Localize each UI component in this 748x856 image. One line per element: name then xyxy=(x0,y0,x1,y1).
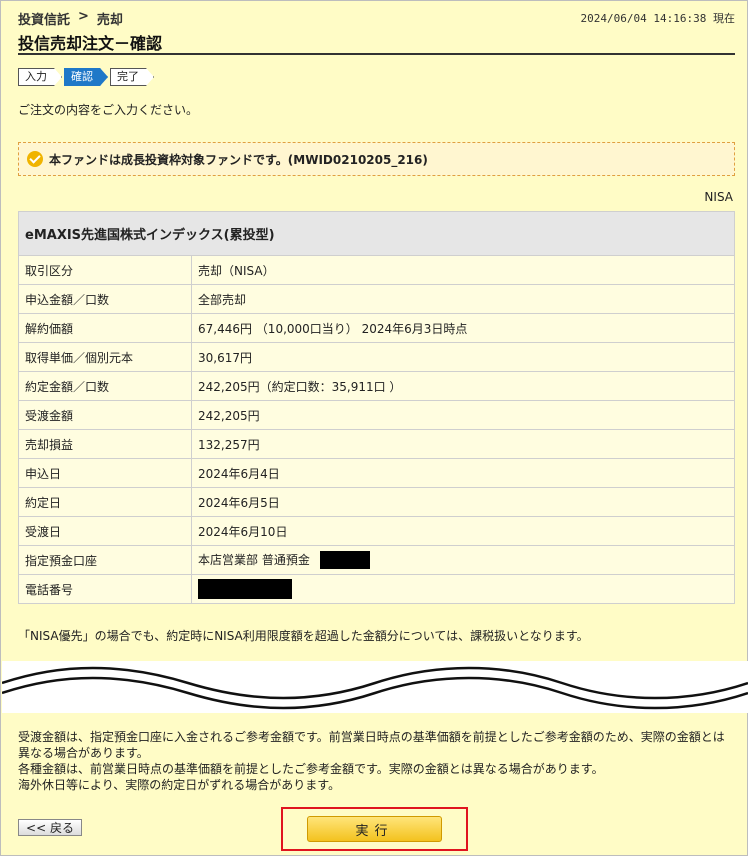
redacted-account-number xyxy=(319,551,370,570)
table-row: 指定預金口座 本店営業部 普通預金 xyxy=(18,545,735,575)
redacted-phone-number xyxy=(198,579,292,599)
note-item: 受渡金額は、指定預金口座に入金されるご参考金額です。前営業日時点の基準価額を前提… xyxy=(18,730,725,760)
table-row: 取得単価／個別元本 30,617円 xyxy=(18,342,735,372)
breadcrumb-parent[interactable]: 投資信託 xyxy=(18,9,70,28)
breadcrumb: 投資信託 > 売却 xyxy=(18,9,123,28)
row-value-account: 本店営業部 普通預金 xyxy=(191,545,735,575)
row-value: 30,617円 xyxy=(191,342,735,372)
row-label: 解約価額 xyxy=(18,313,192,343)
table-row: 売却損益 132,257円 xyxy=(18,429,735,459)
breadcrumb-separator: > xyxy=(78,9,89,24)
table-row: 解約価額 67,446円 （10,000口当り） 2024年6月3日時点 xyxy=(18,313,735,343)
page-title: 投信売却注文－確認 xyxy=(18,34,163,53)
row-label: 約定金額／口数 xyxy=(18,371,192,401)
row-label: 指定預金口座 xyxy=(18,545,192,575)
timestamp: 2024/06/04 14:16:38 現在 xyxy=(580,12,735,25)
table-row: 約定金額／口数 242,205円（約定口数：35,911口 ） xyxy=(18,371,735,401)
notice-box: 本ファンドは成長投資枠対象ファンドです。(MWID0210205_216) xyxy=(18,142,735,176)
row-value: 132,257円 xyxy=(191,429,735,459)
row-label: 申込日 xyxy=(18,458,192,488)
table-row: 約定日 2024年6月5日 xyxy=(18,487,735,517)
fund-name: eMAXIS先進国株式インデックス(累投型) xyxy=(18,211,735,256)
row-label: 電話番号 xyxy=(18,574,192,604)
nisa-footnote: 「NISA優先」の場合でも、約定時にNISA利用限度額を超過した金額分については… xyxy=(18,629,589,643)
row-value-phone xyxy=(191,574,735,604)
row-value: 売却（NISA） xyxy=(191,255,735,285)
note-item: 各種金額は、前営業日時点の基準価額を前提としたご参考金額です。実際の金額とは異な… xyxy=(18,762,604,776)
title-divider xyxy=(18,53,735,55)
row-label: 受渡金額 xyxy=(18,400,192,430)
account-type-tag: NISA xyxy=(704,190,733,204)
check-circle-icon xyxy=(27,151,43,167)
row-value: 242,205円（約定口数：35,911口 ） xyxy=(191,371,735,401)
table-row: 受渡日 2024年6月10日 xyxy=(18,516,735,546)
content-break xyxy=(1,661,748,713)
breadcrumb-current: 売却 xyxy=(96,13,123,28)
account-text: 本店営業部 普通預金 xyxy=(198,552,310,567)
back-button[interactable]: << 戻る xyxy=(18,819,82,836)
row-value: 2024年6月10日 xyxy=(191,516,735,546)
row-label: 受渡日 xyxy=(18,516,192,546)
row-label: 売却損益 xyxy=(18,429,192,459)
row-label: 取引区分 xyxy=(18,255,192,285)
row-value: 2024年6月4日 xyxy=(191,458,735,488)
step-indicator: 入力 確認 完了 xyxy=(18,68,156,86)
table-row: 受渡金額 242,205円 xyxy=(18,400,735,430)
table-row: 申込日 2024年6月4日 xyxy=(18,458,735,488)
execute-button[interactable]: 実行 xyxy=(307,816,442,842)
table-row: 申込金額／口数 全部売却 xyxy=(18,284,735,314)
row-value: 242,205円 xyxy=(191,400,735,430)
row-label: 申込金額／口数 xyxy=(18,284,192,314)
table-row: 取引区分 売却（NISA） xyxy=(18,255,735,285)
lead-text: ご注文の内容をご入力ください。 xyxy=(18,103,199,117)
table-row: 電話番号 xyxy=(18,574,735,604)
page-frame: 投資信託 > 売却 2024/06/04 14:16:38 現在 投信売却注文－… xyxy=(0,0,748,856)
step-confirm: 確認 xyxy=(64,68,108,86)
notice-text: 本ファンドは成長投資枠対象ファンドです。(MWID0210205_216) xyxy=(49,152,428,167)
step-input: 入力 xyxy=(18,68,62,86)
fund-name-row: eMAXIS先進国株式インデックス(累投型) xyxy=(18,211,735,256)
row-value: 67,446円 （10,000口当り） 2024年6月3日時点 xyxy=(191,313,735,343)
row-value: 全部売却 xyxy=(191,284,735,314)
step-complete: 完了 xyxy=(110,68,154,86)
wave-divider-icon xyxy=(1,666,748,710)
note-item: 海外休日等により、実際の約定日がずれる場合があります。 xyxy=(18,778,341,792)
order-detail-table: eMAXIS先進国株式インデックス(累投型) 取引区分 売却（NISA） 申込金額… xyxy=(18,211,735,604)
row-value: 2024年6月5日 xyxy=(191,487,735,517)
row-label: 取得単価／個別元本 xyxy=(18,342,192,372)
notes-section: 受渡金額は、指定預金口座に入金されるご参考金額です。前営業日時点の基準価額を前提… xyxy=(18,729,735,793)
row-label: 約定日 xyxy=(18,487,192,517)
